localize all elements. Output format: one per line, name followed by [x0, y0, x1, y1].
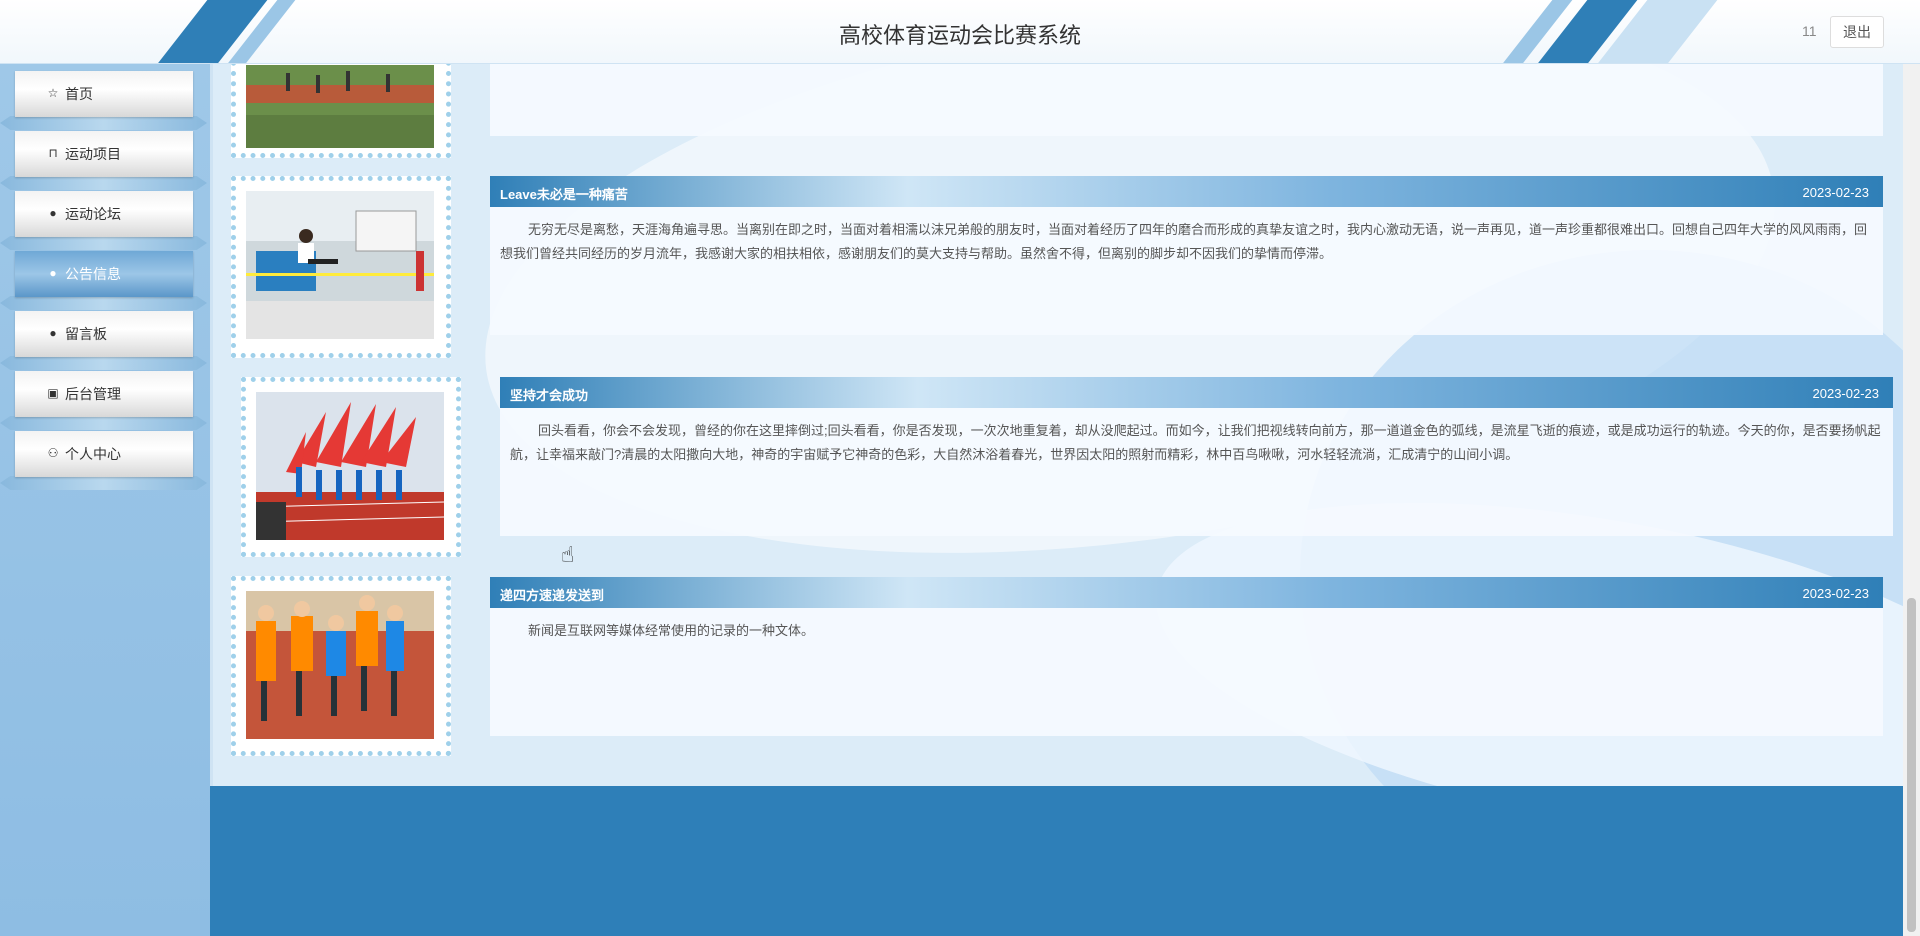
- sidebar-item-messages[interactable]: ● 留言板: [15, 311, 193, 357]
- username: 11: [1802, 23, 1817, 39]
- info-icon: ●: [49, 326, 57, 340]
- star-icon: ☆: [47, 86, 59, 100]
- news-date: 2023-02-23: [1812, 386, 1880, 401]
- bag-icon: ⊓: [48, 146, 58, 160]
- sidebar-item-admin[interactable]: ▣ 后台管理: [15, 371, 193, 417]
- news-content: 回头看看，你会不会发现，曾经的你在这里摔倒过;回头看看，你是否发现，一次次地重复…: [510, 423, 1881, 462]
- news-content: 无穷无尽是离愁，天涯海角遍寻思。当离别在即之时，当面对着相濡以沫兄弟般的朋友时，…: [500, 222, 1868, 261]
- sidebar-item-label: 首页: [65, 86, 93, 102]
- circle-icon: ●: [49, 266, 57, 280]
- news-card-partial: [490, 63, 1883, 136]
- sidebar-item-label: 留言板: [65, 326, 107, 342]
- news-card-header: 递四方速递发送到 2023-02-23: [490, 577, 1883, 608]
- alert-icon: ●: [49, 206, 57, 220]
- news-thumbnail: [256, 392, 444, 540]
- news-content: 新闻是互联网等媒体经常使用的记录的一种文体。: [528, 623, 815, 638]
- logout-button[interactable]: 退出: [1830, 16, 1884, 48]
- nav-separator: [0, 416, 207, 430]
- page-scrollbar[interactable]: [1903, 0, 1920, 936]
- news-thumbnail: [246, 191, 434, 339]
- hand-cursor-icon: ☝: [561, 542, 575, 567]
- header: 高校体育运动会比赛系统 11 退出: [0, 0, 1920, 64]
- news-thumbnail-frame[interactable]: [231, 576, 451, 756]
- nav-separator: [0, 176, 207, 190]
- news-title[interactable]: Leave未必是一种痛苦: [500, 184, 628, 203]
- briefcase-icon: ▣: [47, 386, 59, 400]
- nav-separator: [0, 356, 207, 370]
- news-card-header: 坚持才会成功 2023-02-23: [500, 377, 1893, 408]
- news-thumbnail-frame[interactable]: [231, 176, 451, 358]
- user-icon: ⚇: [47, 446, 59, 460]
- nav-separator: [0, 116, 207, 130]
- news-title[interactable]: 坚持才会成功: [510, 385, 588, 404]
- news-title[interactable]: 递四方速递发送到: [500, 585, 604, 604]
- sidebar-item-profile[interactable]: ⚇ 个人中心: [15, 431, 193, 477]
- sidebar-item-sports[interactable]: ⊓ 运动项目: [15, 131, 193, 177]
- news-card[interactable]: 递四方速递发送到 2023-02-23 新闻是互联网等媒体经常使用的记录的一种文…: [490, 577, 1883, 736]
- news-date: 2023-02-23: [1802, 185, 1870, 200]
- sidebar-item-label: 后台管理: [65, 386, 121, 402]
- footer: [210, 786, 1903, 936]
- news-card-header: Leave未必是一种痛苦 2023-02-23: [490, 176, 1883, 207]
- scrollbar-thumb[interactable]: [1907, 598, 1916, 932]
- sidebar-item-announcements[interactable]: ● 公告信息: [15, 251, 193, 297]
- nav-separator: [0, 296, 207, 310]
- sidebar-item-label: 运动项目: [65, 146, 121, 162]
- news-card[interactable]: Leave未必是一种痛苦 2023-02-23 无穷无尽是离愁，天涯海角遍寻思。…: [490, 176, 1883, 335]
- sidebar-item-home[interactable]: ☆ 首页: [15, 71, 193, 117]
- sidebar-item-forum[interactable]: ● 运动论坛: [15, 191, 193, 237]
- nav-separator: [0, 476, 207, 490]
- news-card[interactable]: 坚持才会成功 2023-02-23 回头看看，你会不会发现，曾经的你在这里摔倒过…: [500, 377, 1893, 536]
- news-date: 2023-02-23: [1802, 586, 1870, 601]
- nav-separator: [0, 236, 207, 250]
- news-thumbnail: [246, 65, 434, 148]
- sidebar-item-label: 公告信息: [65, 266, 121, 282]
- news-thumbnail: [246, 591, 434, 739]
- sidebar-item-label: 运动论坛: [65, 206, 121, 222]
- news-thumbnail-frame[interactable]: [241, 377, 461, 557]
- sidebar-item-label: 个人中心: [65, 446, 121, 462]
- sidebar: ☆ 首页 ⊓ 运动项目 ● 运动论坛 ● 公告信息 ● 留言板 ▣ 后台管理 ⚇…: [0, 63, 213, 936]
- site-title: 高校体育运动会比赛系统: [838, 23, 1081, 48]
